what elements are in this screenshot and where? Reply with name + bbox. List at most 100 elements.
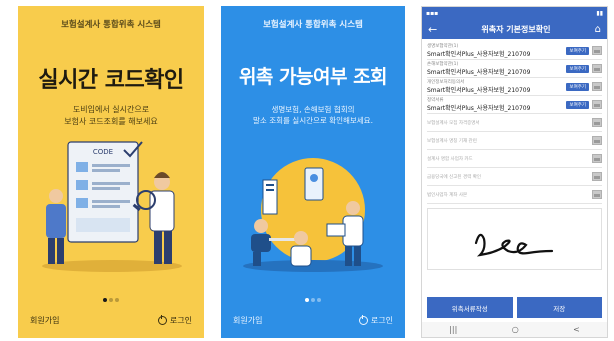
status-icons-left: ▪▪▪ bbox=[426, 9, 439, 17]
field-actions bbox=[592, 118, 602, 127]
field-value: 설계사 명함 사업자 카드 bbox=[427, 156, 473, 162]
field-labels: 보험설계사 모집 자격증명서 bbox=[427, 120, 480, 126]
home-circle-icon[interactable]: ○ bbox=[512, 325, 519, 334]
field-value: 법인사업자 계좌 사본 bbox=[427, 192, 468, 198]
subtitle: 생명보험, 손해보험 협회의 말소 조회를 실시간으로 확인해보세요. bbox=[221, 104, 405, 126]
subtitle-line-1: 생명보험, 손해보험 협회의 bbox=[271, 105, 355, 114]
basic-info-confirm-screen: ▪▪▪ ▮▮ ← 위촉자 기본정보확인 ⌂ 생명보험약관(1) Smart확인서… bbox=[421, 6, 608, 338]
field-value: Smart확인서Plus_사용자보험_210709 bbox=[427, 87, 531, 94]
image-thumbnail-icon[interactable] bbox=[592, 100, 602, 109]
image-thumbnail-icon[interactable] bbox=[592, 136, 602, 145]
app-title: 보험설계사 통합위촉 시스템 bbox=[263, 20, 363, 30]
image-thumbnail-icon[interactable] bbox=[592, 64, 602, 73]
field-actions: 보여주기 bbox=[566, 82, 602, 91]
info-field-list: 생명보험약관(1) Smart확인서Plus_사용자보험_210709 보여주기… bbox=[422, 39, 607, 204]
status-bar: ▪▪▪ ▮▮ bbox=[422, 7, 607, 19]
field-value: Smart확인서Plus_사용자보험_210709 bbox=[427, 51, 531, 58]
power-icon bbox=[157, 315, 167, 325]
illustration-code-label: CODE bbox=[93, 148, 113, 156]
login-label: 로그인 bbox=[370, 316, 393, 325]
save-button[interactable]: 저장 bbox=[516, 297, 602, 318]
onboarding-screen-code-check: 보험설계사 통합위촉 시스템 실시간 코드확인 도비입에서 실시간으로 보험사 … bbox=[18, 6, 204, 338]
field-value: 보험설계사 모집 자격증명서 bbox=[427, 120, 480, 126]
info-field[interactable]: 보험설계사 명칭 기재 관련 bbox=[427, 132, 602, 150]
field-value: Smart확인서Plus_사용자보험_210709 bbox=[427, 69, 531, 76]
image-thumbnail-icon[interactable] bbox=[592, 82, 602, 91]
subtitle-line-2: 보험사 코드조회를 해보세요 bbox=[64, 117, 158, 126]
arrow-left-icon[interactable]: ← bbox=[428, 23, 437, 36]
field-labels: 설계사 명함 사업자 카드 bbox=[427, 156, 473, 162]
info-field[interactable]: 법인사업자 계좌 사본 bbox=[427, 186, 602, 204]
bottom-bar: 회원가입 로그인 bbox=[233, 315, 393, 326]
field-labels: 손해보험약관(1) Smart확인서Plus_사용자보험_210709 bbox=[427, 61, 530, 76]
power-icon bbox=[358, 315, 368, 325]
field-actions bbox=[592, 190, 602, 199]
code-check-illustration: CODE bbox=[42, 141, 182, 272]
headline: 위촉 가능여부 조회 bbox=[238, 66, 388, 88]
field-labels: 법인사업자 계좌 사본 bbox=[427, 192, 467, 198]
home-icon[interactable]: ⌂ bbox=[595, 24, 601, 35]
headline: 실시간 코드확인 bbox=[38, 68, 184, 93]
image-thumbnail-icon[interactable] bbox=[592, 154, 602, 163]
image-thumbnail-icon[interactable] bbox=[592, 172, 602, 181]
back-icon[interactable]: < bbox=[573, 325, 580, 334]
info-field[interactable]: 금융당국에 신고된 경력 확인 bbox=[427, 168, 602, 186]
image-thumbnail-icon[interactable] bbox=[592, 46, 602, 55]
signature-stroke bbox=[474, 233, 554, 257]
subtitle: 도비입에서 실시간으로 보험사 코드조회를 해보세요 bbox=[18, 104, 204, 128]
image-thumbnail-icon[interactable] bbox=[592, 190, 602, 199]
action-buttons: 위촉서류작성 저장 bbox=[427, 297, 602, 318]
page-dot-2 bbox=[109, 298, 113, 302]
page-indicator bbox=[221, 287, 405, 306]
info-field[interactable]: 청약서류 Smart확인서Plus_사용자보험_210709 보여주기 bbox=[427, 96, 602, 114]
view-tag-button[interactable]: 보여주기 bbox=[566, 64, 589, 73]
field-actions: 보여주기 bbox=[566, 46, 602, 55]
recent-apps-icon[interactable]: ||| bbox=[449, 325, 457, 334]
view-tag-button[interactable]: 보여주기 bbox=[566, 100, 589, 109]
field-value: Smart확인서Plus_사용자보험_210709 bbox=[427, 105, 531, 112]
subtitle-line-2: 말소 조회를 실시간으로 확인해보세요. bbox=[253, 116, 373, 125]
login-button[interactable]: 로그인 bbox=[157, 315, 192, 326]
signup-link[interactable]: 회원가입 bbox=[233, 315, 262, 326]
system-nav-bar: ||| ○ < bbox=[422, 322, 607, 337]
field-value: 금융당국에 신고된 경력 확인 bbox=[427, 174, 481, 180]
status-icons-right: ▮▮ bbox=[596, 9, 603, 17]
page-dot-2 bbox=[311, 298, 315, 302]
field-actions bbox=[592, 136, 602, 145]
info-field[interactable]: 손해보험약관(1) Smart확인서Plus_사용자보험_210709 보여주기 bbox=[427, 60, 602, 78]
app-title: 보험설계사 통합위촉 시스템 bbox=[61, 20, 161, 30]
eligibility-illustration bbox=[243, 158, 383, 272]
field-actions: 보여주기 bbox=[566, 64, 602, 73]
write-documents-button[interactable]: 위촉서류작성 bbox=[427, 297, 513, 318]
page-dot-1 bbox=[305, 298, 309, 302]
field-labels: 생명보험약관(1) Smart확인서Plus_사용자보험_210709 bbox=[427, 43, 530, 58]
info-field[interactable]: 보험설계사 모집 자격증명서 bbox=[427, 114, 602, 132]
signup-link[interactable]: 회원가입 bbox=[30, 315, 59, 326]
field-actions bbox=[592, 154, 602, 163]
field-labels: 금융당국에 신고된 경력 확인 bbox=[427, 174, 481, 180]
page-dot-3 bbox=[317, 298, 321, 302]
info-field[interactable]: 설계사 명함 사업자 카드 bbox=[427, 150, 602, 168]
field-value: 보험설계사 명칭 기재 관련 bbox=[427, 138, 477, 144]
app-header: ← 위촉자 기본정보확인 ⌂ bbox=[422, 19, 607, 39]
view-tag-button[interactable]: 보여주기 bbox=[566, 82, 589, 91]
view-tag-button[interactable]: 보여주기 bbox=[566, 46, 589, 55]
page-dot-1 bbox=[103, 298, 107, 302]
field-actions: 보여주기 bbox=[566, 100, 602, 109]
bottom-bar: 회원가입 로그인 bbox=[30, 315, 192, 326]
subtitle-line-1: 도비입에서 실시간으로 bbox=[72, 105, 150, 114]
info-field[interactable]: 개인정보처리동의서 Smart확인서Plus_사용자보험_210709 보여주기 bbox=[427, 78, 602, 96]
page-title: 위촉자 기본정보확인 bbox=[481, 24, 551, 34]
image-thumbnail-icon[interactable] bbox=[592, 118, 602, 127]
login-label: 로그인 bbox=[169, 316, 192, 325]
page-indicator bbox=[18, 287, 204, 306]
onboarding-screen-eligibility: 보험설계사 통합위촉 시스템 위촉 가능여부 조회 생명보험, 손해보험 협회의… bbox=[221, 6, 405, 338]
info-field[interactable]: 생명보험약관(1) Smart확인서Plus_사용자보험_210709 보여주기 bbox=[427, 42, 602, 60]
field-labels: 청약서류 Smart확인서Plus_사용자보험_210709 bbox=[427, 97, 530, 112]
field-labels: 개인정보처리동의서 Smart확인서Plus_사용자보험_210709 bbox=[427, 79, 530, 94]
login-button[interactable]: 로그인 bbox=[358, 315, 393, 326]
field-actions bbox=[592, 172, 602, 181]
signature-pad[interactable] bbox=[427, 208, 602, 270]
page-dot-3 bbox=[115, 298, 119, 302]
field-labels: 보험설계사 명칭 기재 관련 bbox=[427, 138, 477, 144]
